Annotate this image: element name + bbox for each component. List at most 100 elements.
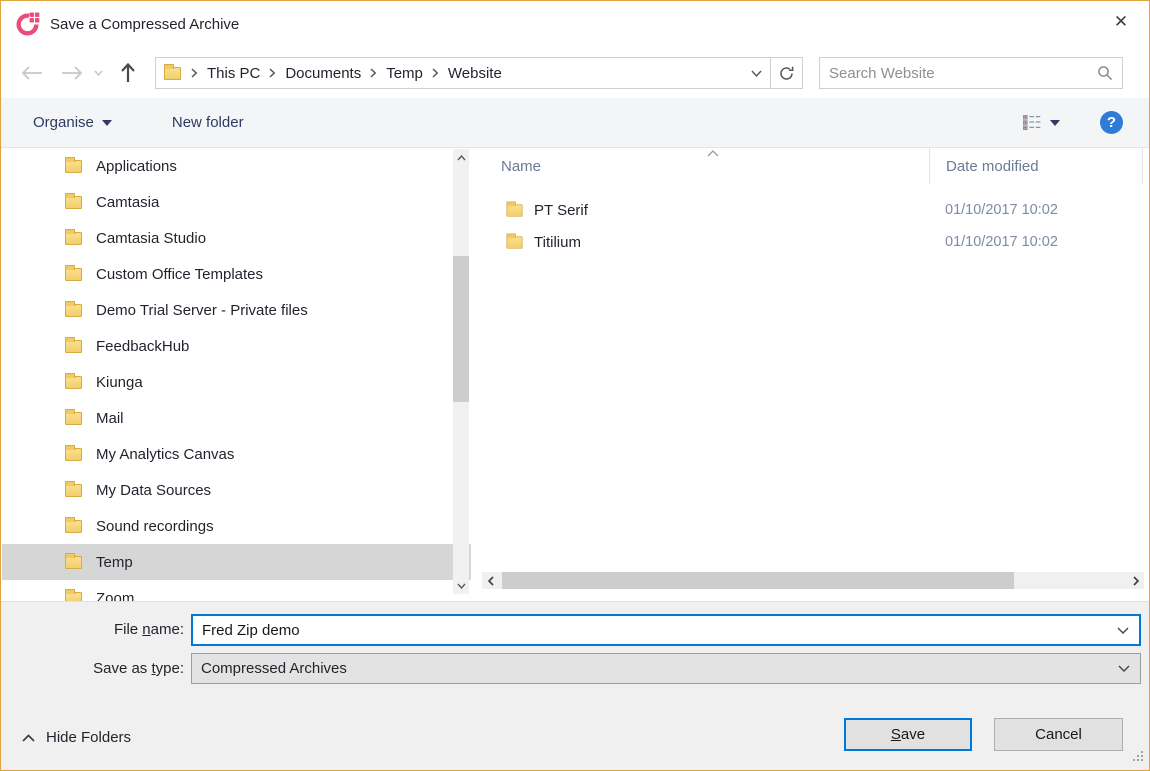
chevron-down-icon [102, 120, 112, 126]
search-icon[interactable] [1097, 65, 1113, 81]
tree-vertical-scrollbar[interactable] [453, 149, 469, 594]
help-icon[interactable]: ? [1100, 111, 1123, 134]
sidebar-item-custom-office-templates[interactable]: Custom Office Templates [2, 256, 471, 292]
folder-label: Applications [96, 158, 177, 175]
breadcrumb-documents[interactable]: Documents [280, 58, 366, 88]
sort-ascending-icon[interactable] [707, 144, 719, 161]
folder-icon [65, 592, 82, 602]
file-date-modified: 01/10/2017 10:02 [929, 234, 1058, 250]
dialog-footer-panel: File name: Save as type: Compressed Arch… [1, 601, 1149, 770]
file-date-modified: 01/10/2017 10:02 [929, 202, 1058, 218]
close-icon[interactable]: ✕ [1099, 5, 1143, 39]
forward-icon[interactable] [57, 58, 87, 88]
folder-label: Kiunga [96, 374, 143, 391]
folder-label: Custom Office Templates [96, 266, 263, 283]
breadcrumb-temp[interactable]: Temp [381, 58, 428, 88]
folder-label: Mail [96, 410, 124, 427]
folder-icon [506, 236, 522, 248]
breadcrumb-website[interactable]: Website [443, 58, 507, 88]
sidebar-item-feedbackhub[interactable]: FeedbackHub [2, 328, 471, 364]
window-title: Save a Compressed Archive [50, 16, 239, 33]
column-headers: Name Date modified [481, 148, 1144, 184]
sidebar-item-camtasia[interactable]: Camtasia [2, 184, 471, 220]
sidebar-item-mail[interactable]: Mail [2, 400, 471, 436]
scrollbar-thumb[interactable] [453, 256, 469, 402]
sidebar-item-applications[interactable]: Applications [2, 148, 471, 184]
resize-grip-icon[interactable] [1131, 750, 1144, 767]
folder-tree-pane: Applications Camtasia Camtasia Studio Cu… [2, 148, 471, 601]
folder-icon [65, 196, 82, 209]
breadcrumb-chevron-icon [366, 68, 381, 78]
save-as-type-chevron-icon[interactable] [1108, 654, 1140, 683]
navigation-bar: This PC Documents Temp Website [1, 48, 1149, 98]
address-folder-icon [164, 67, 181, 80]
file-name: Titilium [534, 234, 581, 251]
save-dialog-window: Save a Compressed Archive ✕ This PC Docu… [0, 0, 1150, 771]
hide-folders-label: Hide Folders [46, 729, 131, 746]
folder-icon [65, 268, 82, 281]
column-header-date-modified[interactable]: Date modified [929, 148, 1143, 184]
breadcrumb-chevron-icon [187, 68, 202, 78]
organise-button[interactable]: Organise [33, 114, 112, 131]
date-column-label: Date modified [946, 158, 1039, 175]
scroll-up-icon[interactable] [453, 149, 469, 166]
sidebar-item-camtasia-studio[interactable]: Camtasia Studio [2, 220, 471, 256]
file-name-dropdown-chevron-icon[interactable] [1107, 616, 1139, 644]
column-header-name[interactable]: Name [481, 148, 929, 184]
search-input[interactable] [829, 65, 1097, 82]
sidebar-item-my-data-sources[interactable]: My Data Sources [2, 472, 471, 508]
folder-icon [65, 484, 82, 497]
file-name-field [191, 614, 1141, 646]
file-list-pane: Name Date modified PT Serif 01/10/2017 1… [481, 148, 1144, 601]
name-column-label: Name [501, 158, 541, 175]
new-folder-button[interactable]: New folder [172, 114, 244, 131]
address-dropdown-chevron-icon[interactable] [742, 58, 770, 88]
breadcrumb-chevron-icon [265, 68, 280, 78]
back-icon[interactable] [17, 58, 47, 88]
folder-icon [65, 304, 82, 317]
sidebar-item-zoom[interactable]: Zoom [2, 580, 471, 601]
breadcrumb-this-pc[interactable]: This PC [202, 58, 265, 88]
scroll-down-icon[interactable] [453, 577, 469, 594]
file-list-horizontal-scrollbar[interactable] [482, 572, 1144, 589]
app-logo-icon [14, 11, 41, 38]
folder-label: Temp [96, 554, 133, 571]
up-icon[interactable] [113, 58, 143, 88]
chevron-down-icon [1050, 120, 1060, 126]
file-row-titilium[interactable]: Titilium 01/10/2017 10:02 [481, 226, 1144, 258]
folder-icon [65, 340, 82, 353]
sidebar-item-my-analytics-canvas[interactable]: My Analytics Canvas [2, 436, 471, 472]
file-row-pt-serif[interactable]: PT Serif 01/10/2017 10:02 [481, 194, 1144, 226]
new-folder-label: New folder [172, 114, 244, 131]
sidebar-item-sound-recordings[interactable]: Sound recordings [2, 508, 471, 544]
file-name-label: File name: [1, 621, 184, 638]
folder-icon [65, 556, 82, 569]
scrollbar-thumb[interactable] [502, 572, 1014, 589]
folder-icon [65, 412, 82, 425]
breadcrumb-chevron-icon [428, 68, 443, 78]
save-as-type-select[interactable]: Compressed Archives [191, 653, 1141, 684]
cancel-button[interactable]: Cancel [994, 718, 1123, 751]
refresh-icon[interactable] [771, 58, 802, 88]
sidebar-item-kiunga[interactable]: Kiunga [2, 364, 471, 400]
sidebar-item-demo-trial-server[interactable]: Demo Trial Server - Private files [2, 292, 471, 328]
chevron-up-icon [22, 734, 35, 742]
folder-label: Zoom [96, 590, 134, 602]
sidebar-item-temp-selected[interactable]: Temp [2, 544, 471, 580]
file-name-input[interactable] [193, 622, 1107, 639]
folder-label: My Data Sources [96, 482, 211, 499]
folder-label: FeedbackHub [96, 338, 189, 355]
file-name: PT Serif [534, 202, 588, 219]
cancel-label: Cancel [1035, 726, 1082, 743]
details-view-icon [1023, 115, 1041, 130]
search-box [819, 57, 1123, 89]
folder-icon [65, 448, 82, 461]
address-bar[interactable]: This PC Documents Temp Website [155, 57, 803, 89]
scroll-left-icon[interactable] [482, 572, 499, 589]
change-view-button[interactable] [1023, 115, 1060, 130]
save-button[interactable]: Save [844, 718, 972, 751]
recent-locations-chevron-icon[interactable] [89, 58, 107, 88]
hide-folders-button[interactable]: Hide Folders [22, 729, 131, 746]
scroll-right-icon[interactable] [1127, 572, 1144, 589]
folder-icon [506, 204, 522, 216]
